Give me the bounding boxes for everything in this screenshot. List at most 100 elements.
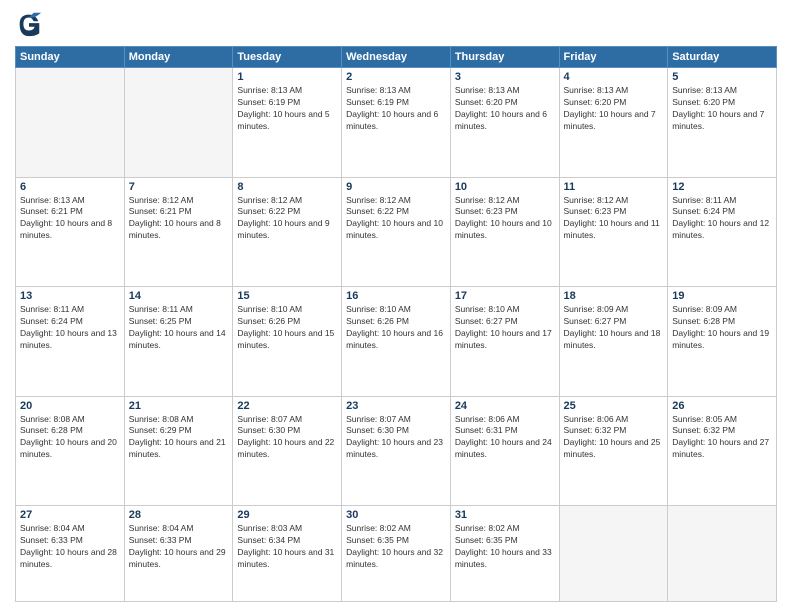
day-number: 6 bbox=[20, 181, 120, 193]
day-info: Sunrise: 8:04 AMSunset: 6:33 PMDaylight:… bbox=[129, 523, 229, 571]
day-info: Sunrise: 8:11 AMSunset: 6:24 PMDaylight:… bbox=[672, 195, 772, 243]
weekday-header-sunday: Sunday bbox=[16, 47, 125, 68]
day-info: Sunrise: 8:12 AMSunset: 6:23 PMDaylight:… bbox=[564, 195, 664, 243]
logo-icon bbox=[15, 10, 43, 38]
weekday-header-tuesday: Tuesday bbox=[233, 47, 342, 68]
day-number: 3 bbox=[455, 71, 555, 83]
day-number: 1 bbox=[237, 71, 337, 83]
day-number: 30 bbox=[346, 509, 446, 521]
day-number: 8 bbox=[237, 181, 337, 193]
day-number: 19 bbox=[672, 290, 772, 302]
calendar-cell: 23 Sunrise: 8:07 AMSunset: 6:30 PMDayligh… bbox=[342, 396, 451, 506]
day-number: 2 bbox=[346, 71, 446, 83]
week-row-4: 20Sunrise: 8:08 AMSunset: 6:28 PMDayligh… bbox=[16, 396, 777, 506]
logo bbox=[15, 10, 47, 38]
calendar-cell bbox=[668, 506, 777, 602]
week-row-2: 6 Sunrise: 8:13 AMSunset: 6:21 PMDaylight… bbox=[16, 177, 777, 287]
day-info: Sunrise: 8:10 AMSunset: 6:26 PMDaylight:… bbox=[237, 304, 337, 352]
calendar-cell: 8Sunrise: 8:12 AMSunset: 6:22 PMDaylight… bbox=[233, 177, 342, 287]
day-info: Sunrise: 8:12 AMSunset: 6:21 PMDaylight:… bbox=[129, 195, 229, 243]
day-info: Sunrise: 8:06 AMSunset: 6:32 PMDaylight:… bbox=[564, 414, 664, 462]
calendar-cell: 11Sunrise: 8:12 AMSunset: 6:23 PMDayligh… bbox=[559, 177, 668, 287]
day-info: Sunrise: 8:07 AMSunset: 6:30 PMDaylight:… bbox=[237, 414, 337, 462]
calendar-cell: 18 Sunrise: 8:09 AMSunset: 6:27 PMDayligh… bbox=[559, 287, 668, 397]
day-info: Sunrise: 8:13 AMSunset: 6:19 PMDaylight:… bbox=[237, 85, 337, 133]
day-info: Sunrise: 8:08 AMSunset: 6:29 PMDaylight:… bbox=[129, 414, 229, 462]
day-number: 10 bbox=[455, 181, 555, 193]
day-info: Sunrise: 8:13 AMSunset: 6:19 PMDaylight:… bbox=[346, 85, 446, 133]
weekday-header-friday: Friday bbox=[559, 47, 668, 68]
day-number: 7 bbox=[129, 181, 229, 193]
calendar-cell: 16 Sunrise: 8:10 AMSunset: 6:26 PMDayligh… bbox=[342, 287, 451, 397]
day-number: 9 bbox=[346, 181, 446, 193]
day-info: Sunrise: 8:10 AMSunset: 6:26 PMDaylight:… bbox=[346, 304, 446, 352]
day-info: Sunrise: 8:04 AMSunset: 6:33 PMDaylight:… bbox=[20, 523, 120, 571]
calendar-cell: 20Sunrise: 8:08 AMSunset: 6:28 PMDayligh… bbox=[16, 396, 125, 506]
day-number: 4 bbox=[564, 71, 664, 83]
calendar-cell: 4 Sunrise: 8:13 AMSunset: 6:20 PMDaylight… bbox=[559, 68, 668, 178]
calendar-cell: 22 Sunrise: 8:07 AMSunset: 6:30 PMDayligh… bbox=[233, 396, 342, 506]
calendar-cell: 14 Sunrise: 8:11 AMSunset: 6:25 PMDayligh… bbox=[124, 287, 233, 397]
calendar-cell: 12 Sunrise: 8:11 AMSunset: 6:24 PMDayligh… bbox=[668, 177, 777, 287]
day-number: 23 bbox=[346, 400, 446, 412]
day-number: 20 bbox=[20, 400, 120, 412]
calendar-cell: 1 Sunrise: 8:13 AMSunset: 6:19 PMDaylight… bbox=[233, 68, 342, 178]
calendar-cell: 30 Sunrise: 8:02 AMSunset: 6:35 PMDayligh… bbox=[342, 506, 451, 602]
weekday-header-monday: Monday bbox=[124, 47, 233, 68]
day-info: Sunrise: 8:07 AMSunset: 6:30 PMDaylight:… bbox=[346, 414, 446, 462]
calendar-cell: 24 Sunrise: 8:06 AMSunset: 6:31 PMDayligh… bbox=[450, 396, 559, 506]
calendar-cell: 15Sunrise: 8:10 AMSunset: 6:26 PMDayligh… bbox=[233, 287, 342, 397]
calendar-cell: 26 Sunrise: 8:05 AMSunset: 6:32 PMDayligh… bbox=[668, 396, 777, 506]
weekday-header-thursday: Thursday bbox=[450, 47, 559, 68]
day-number: 16 bbox=[346, 290, 446, 302]
day-info: Sunrise: 8:05 AMSunset: 6:32 PMDaylight:… bbox=[672, 414, 772, 462]
day-info: Sunrise: 8:02 AMSunset: 6:35 PMDaylight:… bbox=[346, 523, 446, 571]
calendar-cell: 19 Sunrise: 8:09 AMSunset: 6:28 PMDayligh… bbox=[668, 287, 777, 397]
day-info: Sunrise: 8:09 AMSunset: 6:28 PMDaylight:… bbox=[672, 304, 772, 352]
day-info: Sunrise: 8:06 AMSunset: 6:31 PMDaylight:… bbox=[455, 414, 555, 462]
calendar-cell: 28 Sunrise: 8:04 AMSunset: 6:33 PMDayligh… bbox=[124, 506, 233, 602]
day-number: 28 bbox=[129, 509, 229, 521]
day-info: Sunrise: 8:02 AMSunset: 6:35 PMDaylight:… bbox=[455, 523, 555, 571]
weekday-header-saturday: Saturday bbox=[668, 47, 777, 68]
calendar-cell: 9Sunrise: 8:12 AMSunset: 6:22 PMDaylight… bbox=[342, 177, 451, 287]
day-number: 14 bbox=[129, 290, 229, 302]
day-info: Sunrise: 8:09 AMSunset: 6:27 PMDaylight:… bbox=[564, 304, 664, 352]
day-info: Sunrise: 8:03 AMSunset: 6:34 PMDaylight:… bbox=[237, 523, 337, 571]
calendar-cell: 5Sunrise: 8:13 AMSunset: 6:20 PMDaylight… bbox=[668, 68, 777, 178]
day-number: 31 bbox=[455, 509, 555, 521]
week-row-3: 13 Sunrise: 8:11 AMSunset: 6:24 PMDayligh… bbox=[16, 287, 777, 397]
calendar-cell: 3 Sunrise: 8:13 AMSunset: 6:20 PMDaylight… bbox=[450, 68, 559, 178]
page: SundayMondayTuesdayWednesdayThursdayFrid… bbox=[0, 0, 792, 612]
day-info: Sunrise: 8:11 AMSunset: 6:24 PMDaylight:… bbox=[20, 304, 120, 352]
day-number: 13 bbox=[20, 290, 120, 302]
day-info: Sunrise: 8:10 AMSunset: 6:27 PMDaylight:… bbox=[455, 304, 555, 352]
day-number: 29 bbox=[237, 509, 337, 521]
week-row-5: 27 Sunrise: 8:04 AMSunset: 6:33 PMDayligh… bbox=[16, 506, 777, 602]
calendar-cell: 7 Sunrise: 8:12 AMSunset: 6:21 PMDaylight… bbox=[124, 177, 233, 287]
header bbox=[15, 10, 777, 38]
day-number: 22 bbox=[237, 400, 337, 412]
weekday-header-wednesday: Wednesday bbox=[342, 47, 451, 68]
day-info: Sunrise: 8:13 AMSunset: 6:20 PMDaylight:… bbox=[564, 85, 664, 133]
calendar-cell: 29 Sunrise: 8:03 AMSunset: 6:34 PMDayligh… bbox=[233, 506, 342, 602]
calendar-cell: 6 Sunrise: 8:13 AMSunset: 6:21 PMDaylight… bbox=[16, 177, 125, 287]
calendar-cell: 31 Sunrise: 8:02 AMSunset: 6:35 PMDayligh… bbox=[450, 506, 559, 602]
day-info: Sunrise: 8:11 AMSunset: 6:25 PMDaylight:… bbox=[129, 304, 229, 352]
calendar-cell: 10Sunrise: 8:12 AMSunset: 6:23 PMDayligh… bbox=[450, 177, 559, 287]
day-number: 18 bbox=[564, 290, 664, 302]
day-info: Sunrise: 8:13 AMSunset: 6:20 PMDaylight:… bbox=[455, 85, 555, 133]
calendar-cell bbox=[124, 68, 233, 178]
day-number: 27 bbox=[20, 509, 120, 521]
week-row-1: 1 Sunrise: 8:13 AMSunset: 6:19 PMDaylight… bbox=[16, 68, 777, 178]
day-info: Sunrise: 8:13 AMSunset: 6:20 PMDaylight:… bbox=[672, 85, 772, 133]
day-number: 17 bbox=[455, 290, 555, 302]
day-info: Sunrise: 8:13 AMSunset: 6:21 PMDaylight:… bbox=[20, 195, 120, 243]
calendar-cell: 13 Sunrise: 8:11 AMSunset: 6:24 PMDayligh… bbox=[16, 287, 125, 397]
day-number: 24 bbox=[455, 400, 555, 412]
calendar-cell bbox=[16, 68, 125, 178]
day-number: 12 bbox=[672, 181, 772, 193]
calendar-cell: 27 Sunrise: 8:04 AMSunset: 6:33 PMDayligh… bbox=[16, 506, 125, 602]
day-number: 26 bbox=[672, 400, 772, 412]
calendar-cell: 21Sunrise: 8:08 AMSunset: 6:29 PMDayligh… bbox=[124, 396, 233, 506]
